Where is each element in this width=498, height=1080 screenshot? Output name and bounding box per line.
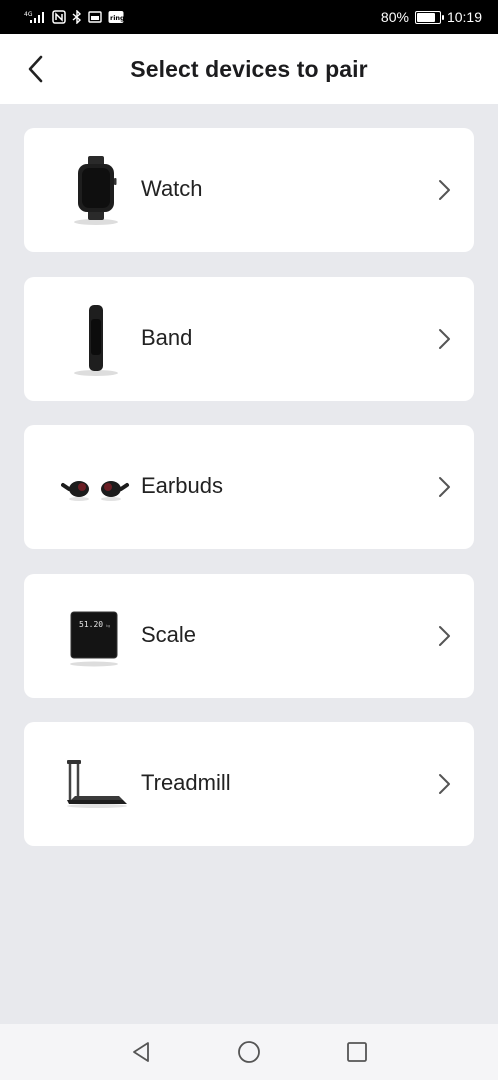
device-label-scale: Scale (141, 622, 197, 647)
nfc-icon (52, 9, 66, 25)
band-icon (56, 299, 136, 379)
status-icons-left: 4G ring (24, 9, 124, 25)
status-bar: 4G ring 80% 10:19 (0, 0, 498, 34)
treadmill-icon (56, 744, 136, 824)
recents-square-icon (347, 1042, 367, 1062)
scale-icon: 51.20 kg (56, 596, 136, 676)
nav-back-button[interactable] (123, 1034, 159, 1070)
svg-text:4G: 4G (24, 11, 33, 18)
device-card-band[interactable]: Band (24, 277, 474, 401)
chevron-right-icon (439, 626, 450, 646)
status-icons-right: 80% 10:19 (381, 9, 482, 25)
device-card-watch[interactable]: Watch (24, 128, 474, 252)
device-label-band: Band (141, 325, 193, 350)
device-label-watch: Watch (141, 176, 203, 201)
svg-text:ring: ring (110, 14, 124, 22)
device-label-treadmill: Treadmill (141, 770, 231, 795)
svg-text:kg: kg (106, 624, 110, 628)
chevron-right-icon (439, 774, 450, 794)
home-circle-icon (238, 1041, 260, 1063)
chevron-right-icon (439, 329, 450, 349)
chevron-left-icon (28, 55, 43, 83)
device-card-scale[interactable]: 51.20 kg Scale (24, 574, 474, 698)
page-title: Select devices to pair (130, 55, 368, 82)
header: Select devices to pair (0, 34, 498, 104)
bluetooth-icon (72, 9, 82, 25)
device-label-earbuds: Earbuds (141, 473, 223, 498)
earbuds-icon (56, 447, 136, 527)
chevron-right-icon (439, 477, 450, 497)
screen-icon (88, 9, 102, 25)
device-card-treadmill[interactable]: Treadmill (24, 722, 474, 846)
system-nav-bar (0, 1024, 498, 1080)
nav-recents-button[interactable] (339, 1034, 375, 1070)
clock: 10:19 (446, 9, 482, 25)
watch-icon (56, 150, 136, 230)
back-triangle-icon (133, 1042, 149, 1062)
svg-text:51.20: 51.20 (79, 620, 103, 629)
battery-percent: 80% (380, 9, 409, 25)
signal-icon: 4G (24, 9, 46, 25)
ring-icon: ring (108, 9, 124, 25)
back-button[interactable] (18, 52, 52, 86)
nav-home-button[interactable] (231, 1034, 267, 1070)
chevron-right-icon (439, 180, 450, 200)
battery-icon (414, 10, 444, 24)
device-card-earbuds[interactable]: Earbuds (24, 425, 474, 549)
